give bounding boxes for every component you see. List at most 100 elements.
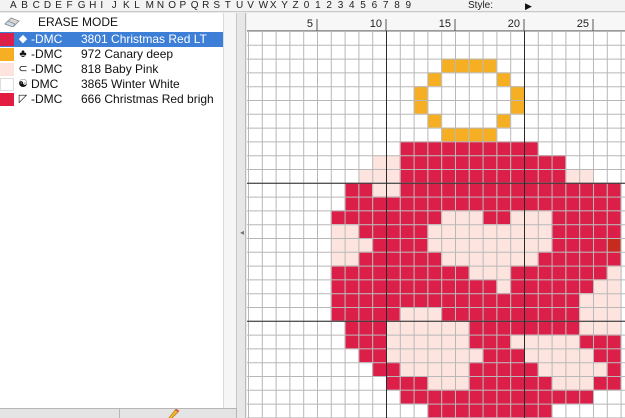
stitch-cell[interactable] bbox=[344, 224, 359, 238]
stitch-cell[interactable] bbox=[427, 279, 442, 294]
stitch-cell[interactable] bbox=[510, 238, 524, 252]
stitch-cell[interactable] bbox=[606, 251, 621, 266]
stitch-cell[interactable] bbox=[427, 348, 442, 363]
stitch-cell[interactable] bbox=[399, 320, 414, 335]
stitch-cell[interactable] bbox=[510, 265, 524, 280]
stitch-cell[interactable] bbox=[441, 251, 455, 266]
stitch-cell[interactable] bbox=[510, 100, 524, 114]
stitch-cell[interactable] bbox=[399, 362, 414, 376]
stitch-cell[interactable] bbox=[496, 307, 511, 321]
stitch-cell[interactable] bbox=[482, 169, 497, 183]
stitch-cell[interactable] bbox=[441, 224, 455, 238]
stitch-cell[interactable] bbox=[537, 320, 552, 335]
stitch-cell[interactable] bbox=[372, 362, 386, 376]
stitch-cell[interactable] bbox=[455, 251, 469, 266]
stitch-cell[interactable] bbox=[413, 307, 428, 321]
stitch-cell[interactable] bbox=[482, 210, 497, 225]
symbol-key[interactable]: R bbox=[202, 0, 209, 12]
stitch-cell[interactable] bbox=[455, 376, 469, 390]
stitch-cell[interactable] bbox=[372, 169, 386, 183]
stitch-cell[interactable] bbox=[455, 334, 469, 349]
stitch-cell[interactable] bbox=[482, 141, 497, 156]
stitch-cell[interactable] bbox=[399, 376, 414, 390]
stitch-cell[interactable] bbox=[482, 403, 497, 418]
floss-row[interactable]: ☯ DMC 3865 Winter White bbox=[0, 77, 223, 92]
symbol-key[interactable]: 0 bbox=[304, 0, 310, 12]
stitch-cell[interactable] bbox=[496, 155, 511, 169]
stitch-cell[interactable] bbox=[399, 238, 414, 252]
stitch-cell[interactable] bbox=[565, 265, 580, 280]
stitch-cell[interactable] bbox=[606, 196, 621, 211]
stitch-cell[interactable] bbox=[468, 127, 483, 142]
stitch-cell[interactable] bbox=[427, 182, 442, 197]
stitch-cell[interactable] bbox=[372, 348, 386, 363]
stitch-cell[interactable] bbox=[537, 279, 552, 294]
stitch-cell[interactable] bbox=[524, 238, 538, 252]
stitch-cell[interactable] bbox=[441, 389, 455, 404]
stitch-cell[interactable] bbox=[372, 307, 386, 321]
stitch-cell[interactable] bbox=[413, 362, 428, 376]
stitch-cell[interactable] bbox=[455, 307, 469, 321]
stitch-cell[interactable] bbox=[427, 238, 442, 252]
tool-button-left[interactable] bbox=[0, 409, 120, 418]
stitch-cell[interactable] bbox=[593, 307, 607, 321]
symbol-key[interactable]: 3 bbox=[338, 0, 344, 12]
stitch-cell[interactable] bbox=[537, 362, 552, 376]
stitch-cell[interactable] bbox=[358, 169, 373, 183]
stitch-cell[interactable] bbox=[358, 210, 373, 225]
stitch-cell[interactable] bbox=[344, 334, 359, 349]
stitch-cell[interactable] bbox=[372, 155, 386, 169]
stitch-cell[interactable] bbox=[372, 265, 386, 280]
stitch-cell[interactable] bbox=[579, 238, 593, 252]
stitch-cell[interactable] bbox=[413, 265, 428, 280]
stitch-cell[interactable] bbox=[579, 334, 593, 349]
stitch-cell[interactable] bbox=[468, 362, 483, 376]
stitch-cell[interactable] bbox=[427, 251, 442, 266]
stitch-cell[interactable] bbox=[496, 279, 511, 294]
stitch-cell[interactable] bbox=[565, 169, 580, 183]
stitch-cell[interactable] bbox=[593, 210, 607, 225]
stitch-cell[interactable] bbox=[427, 389, 442, 404]
stitch-cell[interactable] bbox=[496, 182, 511, 197]
stitch-cell[interactable] bbox=[344, 182, 359, 197]
stitch-cell[interactable] bbox=[579, 265, 593, 280]
stitch-cell[interactable] bbox=[524, 320, 538, 335]
stitch-cell[interactable] bbox=[482, 307, 497, 321]
stitch-cell[interactable] bbox=[482, 155, 497, 169]
stitch-cell[interactable] bbox=[427, 376, 442, 390]
stitch-cell[interactable] bbox=[510, 196, 524, 211]
stitch-cell[interactable] bbox=[441, 238, 455, 252]
stitch-cell[interactable] bbox=[358, 307, 373, 321]
stitch-cell[interactable] bbox=[386, 196, 400, 211]
stitch-cell[interactable] bbox=[468, 224, 483, 238]
symbol-key[interactable]: U bbox=[236, 0, 243, 12]
symbol-key[interactable]: P bbox=[180, 0, 187, 12]
symbol-key[interactable]: K bbox=[123, 0, 130, 12]
stitch-cell[interactable] bbox=[455, 320, 469, 335]
stitch-cell[interactable] bbox=[468, 265, 483, 280]
stitch-cell[interactable] bbox=[413, 293, 428, 307]
stitch-cell[interactable] bbox=[386, 334, 400, 349]
stitch-cell[interactable] bbox=[427, 169, 442, 183]
stitch-cell[interactable] bbox=[551, 293, 566, 307]
stitch-cell[interactable] bbox=[606, 348, 621, 363]
stitch-cell[interactable] bbox=[358, 348, 373, 363]
stitch-cell[interactable] bbox=[510, 403, 524, 418]
stitch-cell[interactable] bbox=[524, 293, 538, 307]
stitch-cell[interactable] bbox=[565, 348, 580, 363]
stitch-cell[interactable] bbox=[496, 72, 511, 87]
stitch-cell[interactable] bbox=[344, 265, 359, 280]
stitch-cell[interactable] bbox=[537, 155, 552, 169]
stitch-cell[interactable] bbox=[386, 307, 400, 321]
stitch-cell[interactable] bbox=[468, 307, 483, 321]
stitch-cell[interactable] bbox=[441, 307, 455, 321]
stitch-cell[interactable] bbox=[455, 196, 469, 211]
stitch-cell[interactable] bbox=[358, 238, 373, 252]
symbol-key[interactable]: Q bbox=[191, 0, 199, 12]
stitch-cell[interactable] bbox=[579, 279, 593, 294]
symbol-key[interactable]: G bbox=[78, 0, 86, 12]
stitch-cell[interactable] bbox=[496, 376, 511, 390]
stitch-cell[interactable] bbox=[358, 182, 373, 197]
stitch-cell[interactable] bbox=[427, 362, 442, 376]
stitch-cell[interactable] bbox=[399, 279, 414, 294]
